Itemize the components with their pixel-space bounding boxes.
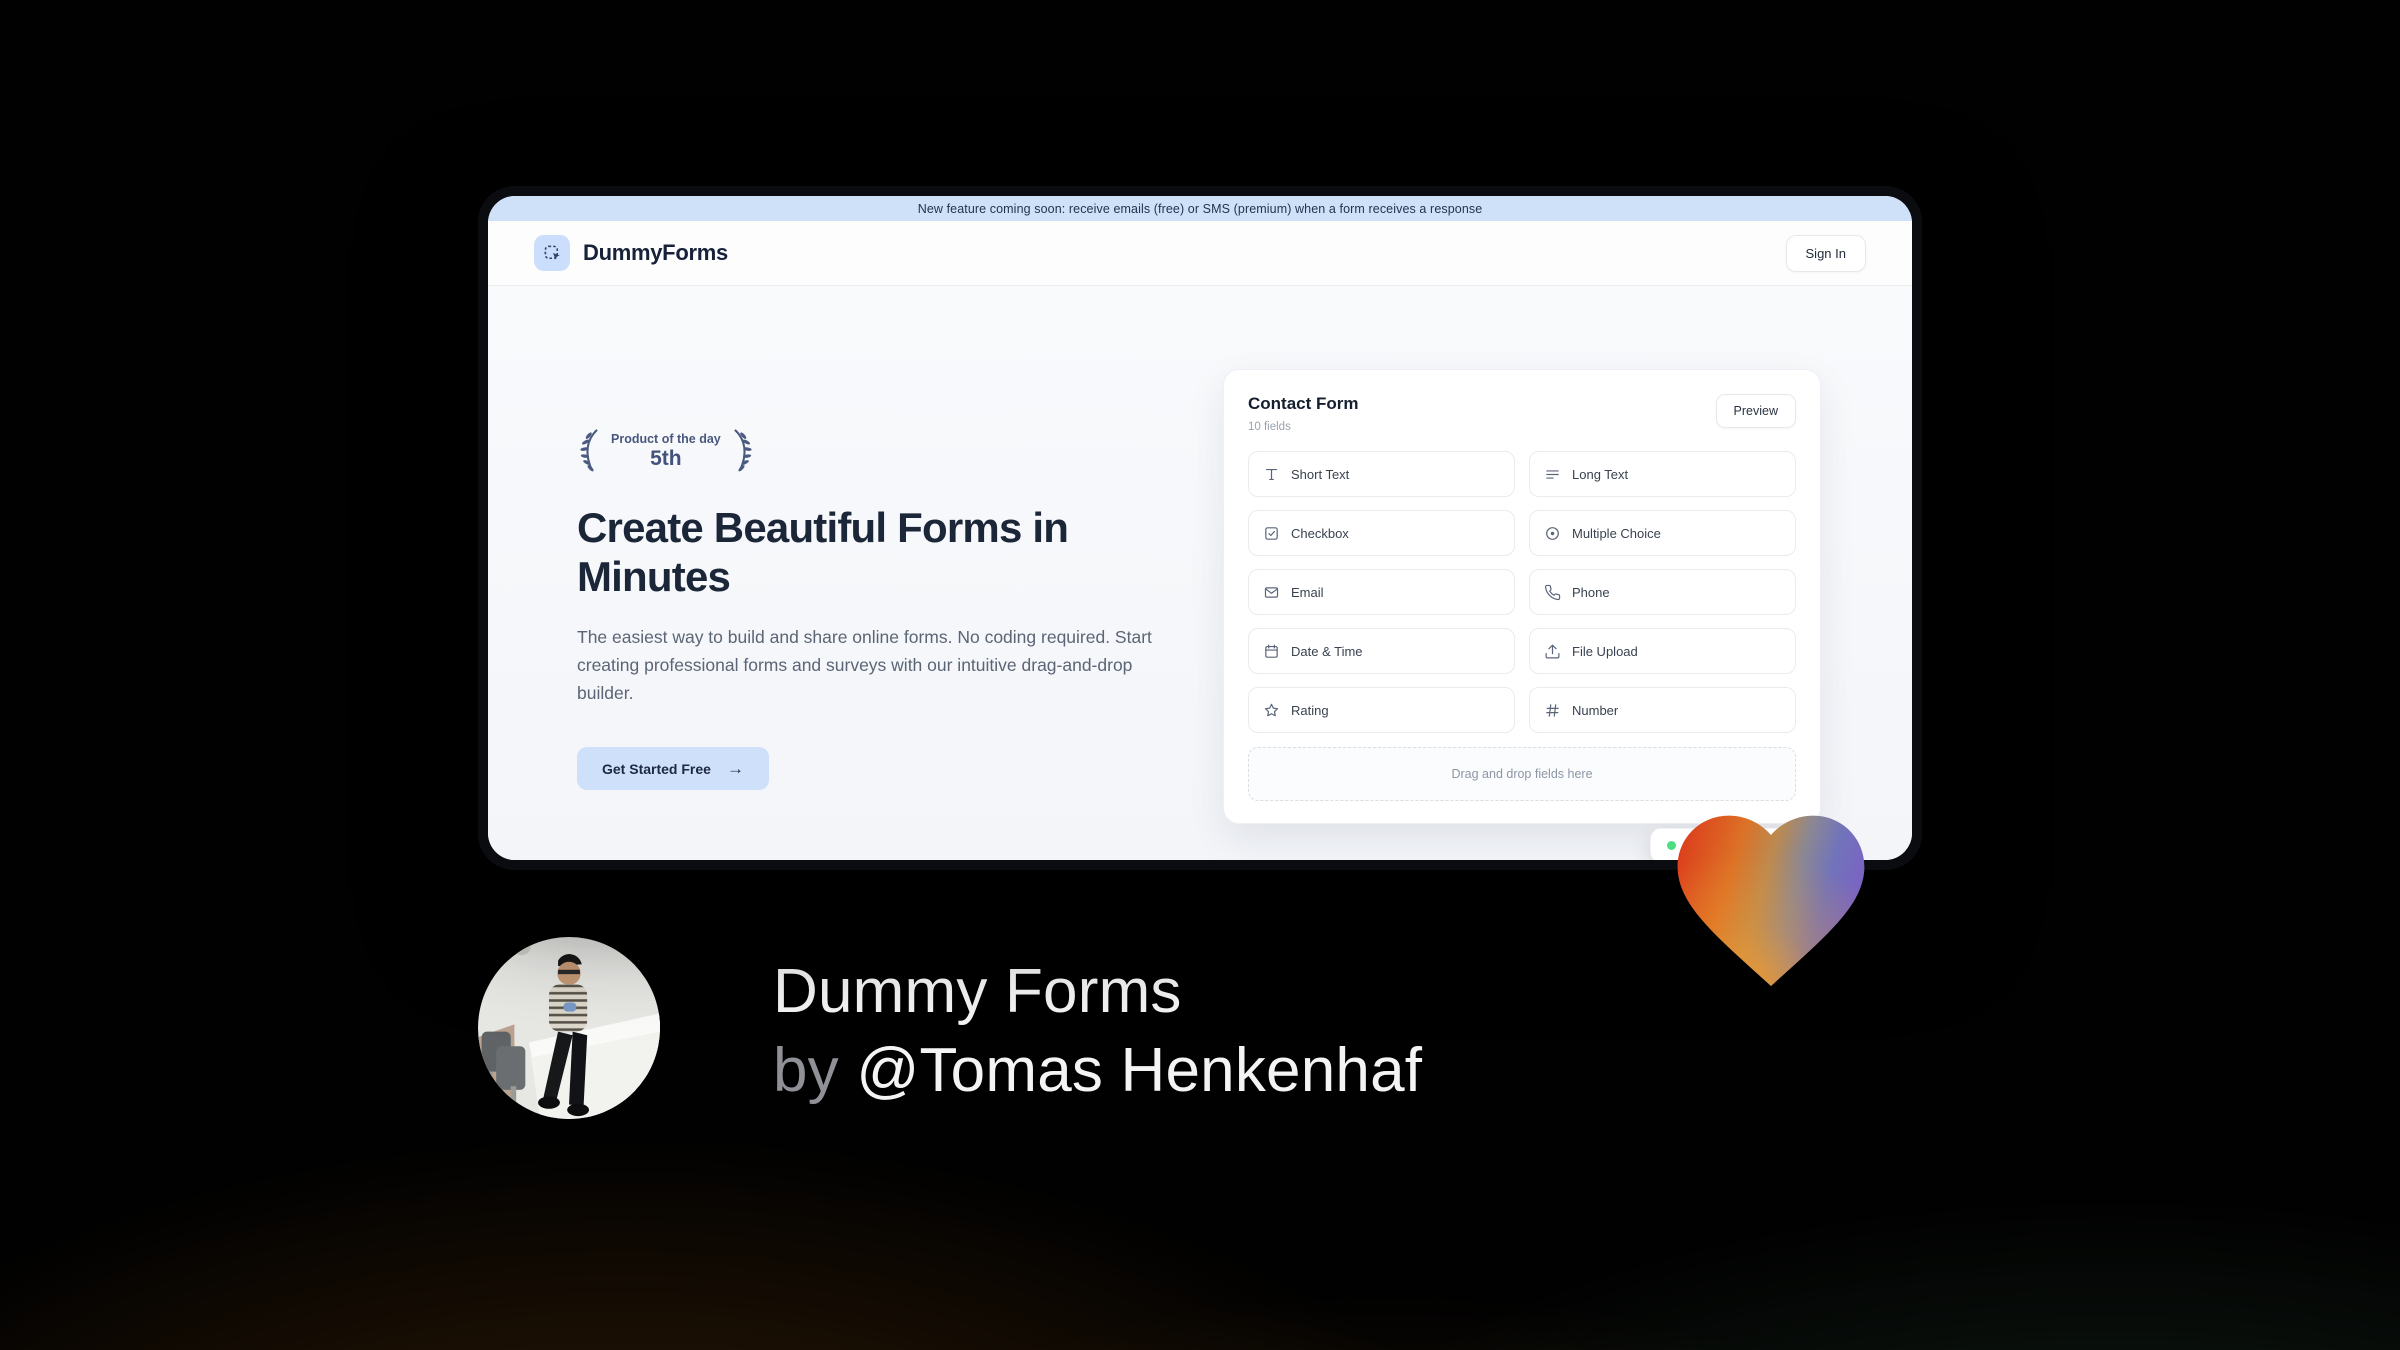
field-phone[interactable]: Phone	[1529, 569, 1796, 615]
get-started-button[interactable]: Get Started Free →	[577, 747, 769, 790]
upload-icon	[1545, 644, 1560, 658]
byline-prefix: by	[773, 1036, 839, 1105]
laurel-left-icon	[580, 429, 598, 472]
long-text-icon	[1546, 469, 1559, 479]
brand-logo[interactable]: DummyForms	[534, 235, 728, 271]
star-icon	[1264, 703, 1279, 716]
checkbox-icon	[1265, 526, 1278, 540]
badge-label: Product of the day	[611, 431, 721, 446]
hero-section: Product of the day 5th Create Beautiful …	[488, 286, 1912, 860]
short-text-icon	[1265, 468, 1278, 480]
field-date-time[interactable]: Date & Time	[1248, 628, 1515, 674]
caption-byline: by @Tomas Henkenhaf	[773, 1031, 1422, 1110]
field-email[interactable]: Email	[1248, 569, 1515, 615]
dummyforms-logo-icon	[534, 235, 570, 271]
form-title: Contact Form	[1248, 394, 1359, 413]
dropzone[interactable]: Drag and drop fields here	[1248, 747, 1796, 801]
dropzone-text: Drag and drop fields here	[1451, 767, 1593, 781]
field-palette: Short Text Long Text Checkbox Multiple C…	[1248, 451, 1796, 733]
field-short-text[interactable]: Short Text	[1248, 451, 1515, 497]
announcement-text: New feature coming soon: receive emails …	[917, 201, 1483, 216]
caption: Dummy Forms by @Tomas Henkenhaf	[773, 952, 1422, 1110]
avatar	[478, 937, 660, 1119]
cta-label: Get Started Free	[602, 760, 711, 777]
field-count: 10 fields	[1248, 421, 1291, 433]
form-builder-card: Contact Form 10 fields Preview Short Tex…	[1223, 369, 1821, 860]
heart-gradient-icon	[1677, 815, 1865, 986]
byline-name: @Tomas Henkenhaf	[856, 1036, 1423, 1105]
field-number[interactable]: Number	[1529, 687, 1796, 733]
announcement-banner: New feature coming soon: receive emails …	[488, 196, 1912, 221]
app-viewport: New feature coming soon: receive emails …	[488, 196, 1912, 860]
product-of-the-day-badge: Product of the day 5th	[577, 428, 755, 474]
field-multiple-choice[interactable]: Multiple Choice	[1529, 510, 1796, 556]
browser-window: New feature coming soon: receive emails …	[478, 186, 1922, 870]
hero-title: Create Beautiful Forms in Minutes	[577, 504, 1069, 600]
badge-rank: 5th	[650, 446, 682, 470]
hero-left-column: Product of the day 5th Create Beautiful …	[577, 428, 1162, 790]
field-checkbox[interactable]: Checkbox	[1248, 510, 1515, 556]
top-nav: DummyForms Sign In	[488, 221, 1912, 286]
hash-icon	[1546, 703, 1559, 717]
field-long-text[interactable]: Long Text	[1529, 451, 1796, 497]
email-icon	[1264, 586, 1279, 598]
calendar-icon	[1265, 644, 1278, 658]
preview-button[interactable]: Preview	[1715, 394, 1796, 428]
phone-icon	[1544, 584, 1561, 600]
field-file-upload[interactable]: File Upload	[1529, 628, 1796, 674]
caption-title: Dummy Forms	[773, 957, 1182, 1026]
avatar-photo	[478, 937, 660, 1119]
hero-description: The easiest way to build and share onlin…	[577, 627, 1152, 703]
arrow-right-icon: →	[726, 759, 744, 778]
field-rating[interactable]: Rating	[1248, 687, 1515, 733]
laurel-right-icon	[733, 429, 752, 472]
sign-in-button[interactable]: Sign In	[1785, 234, 1866, 272]
multiple-choice-icon	[1546, 526, 1559, 540]
brand-name: DummyForms	[583, 240, 728, 265]
